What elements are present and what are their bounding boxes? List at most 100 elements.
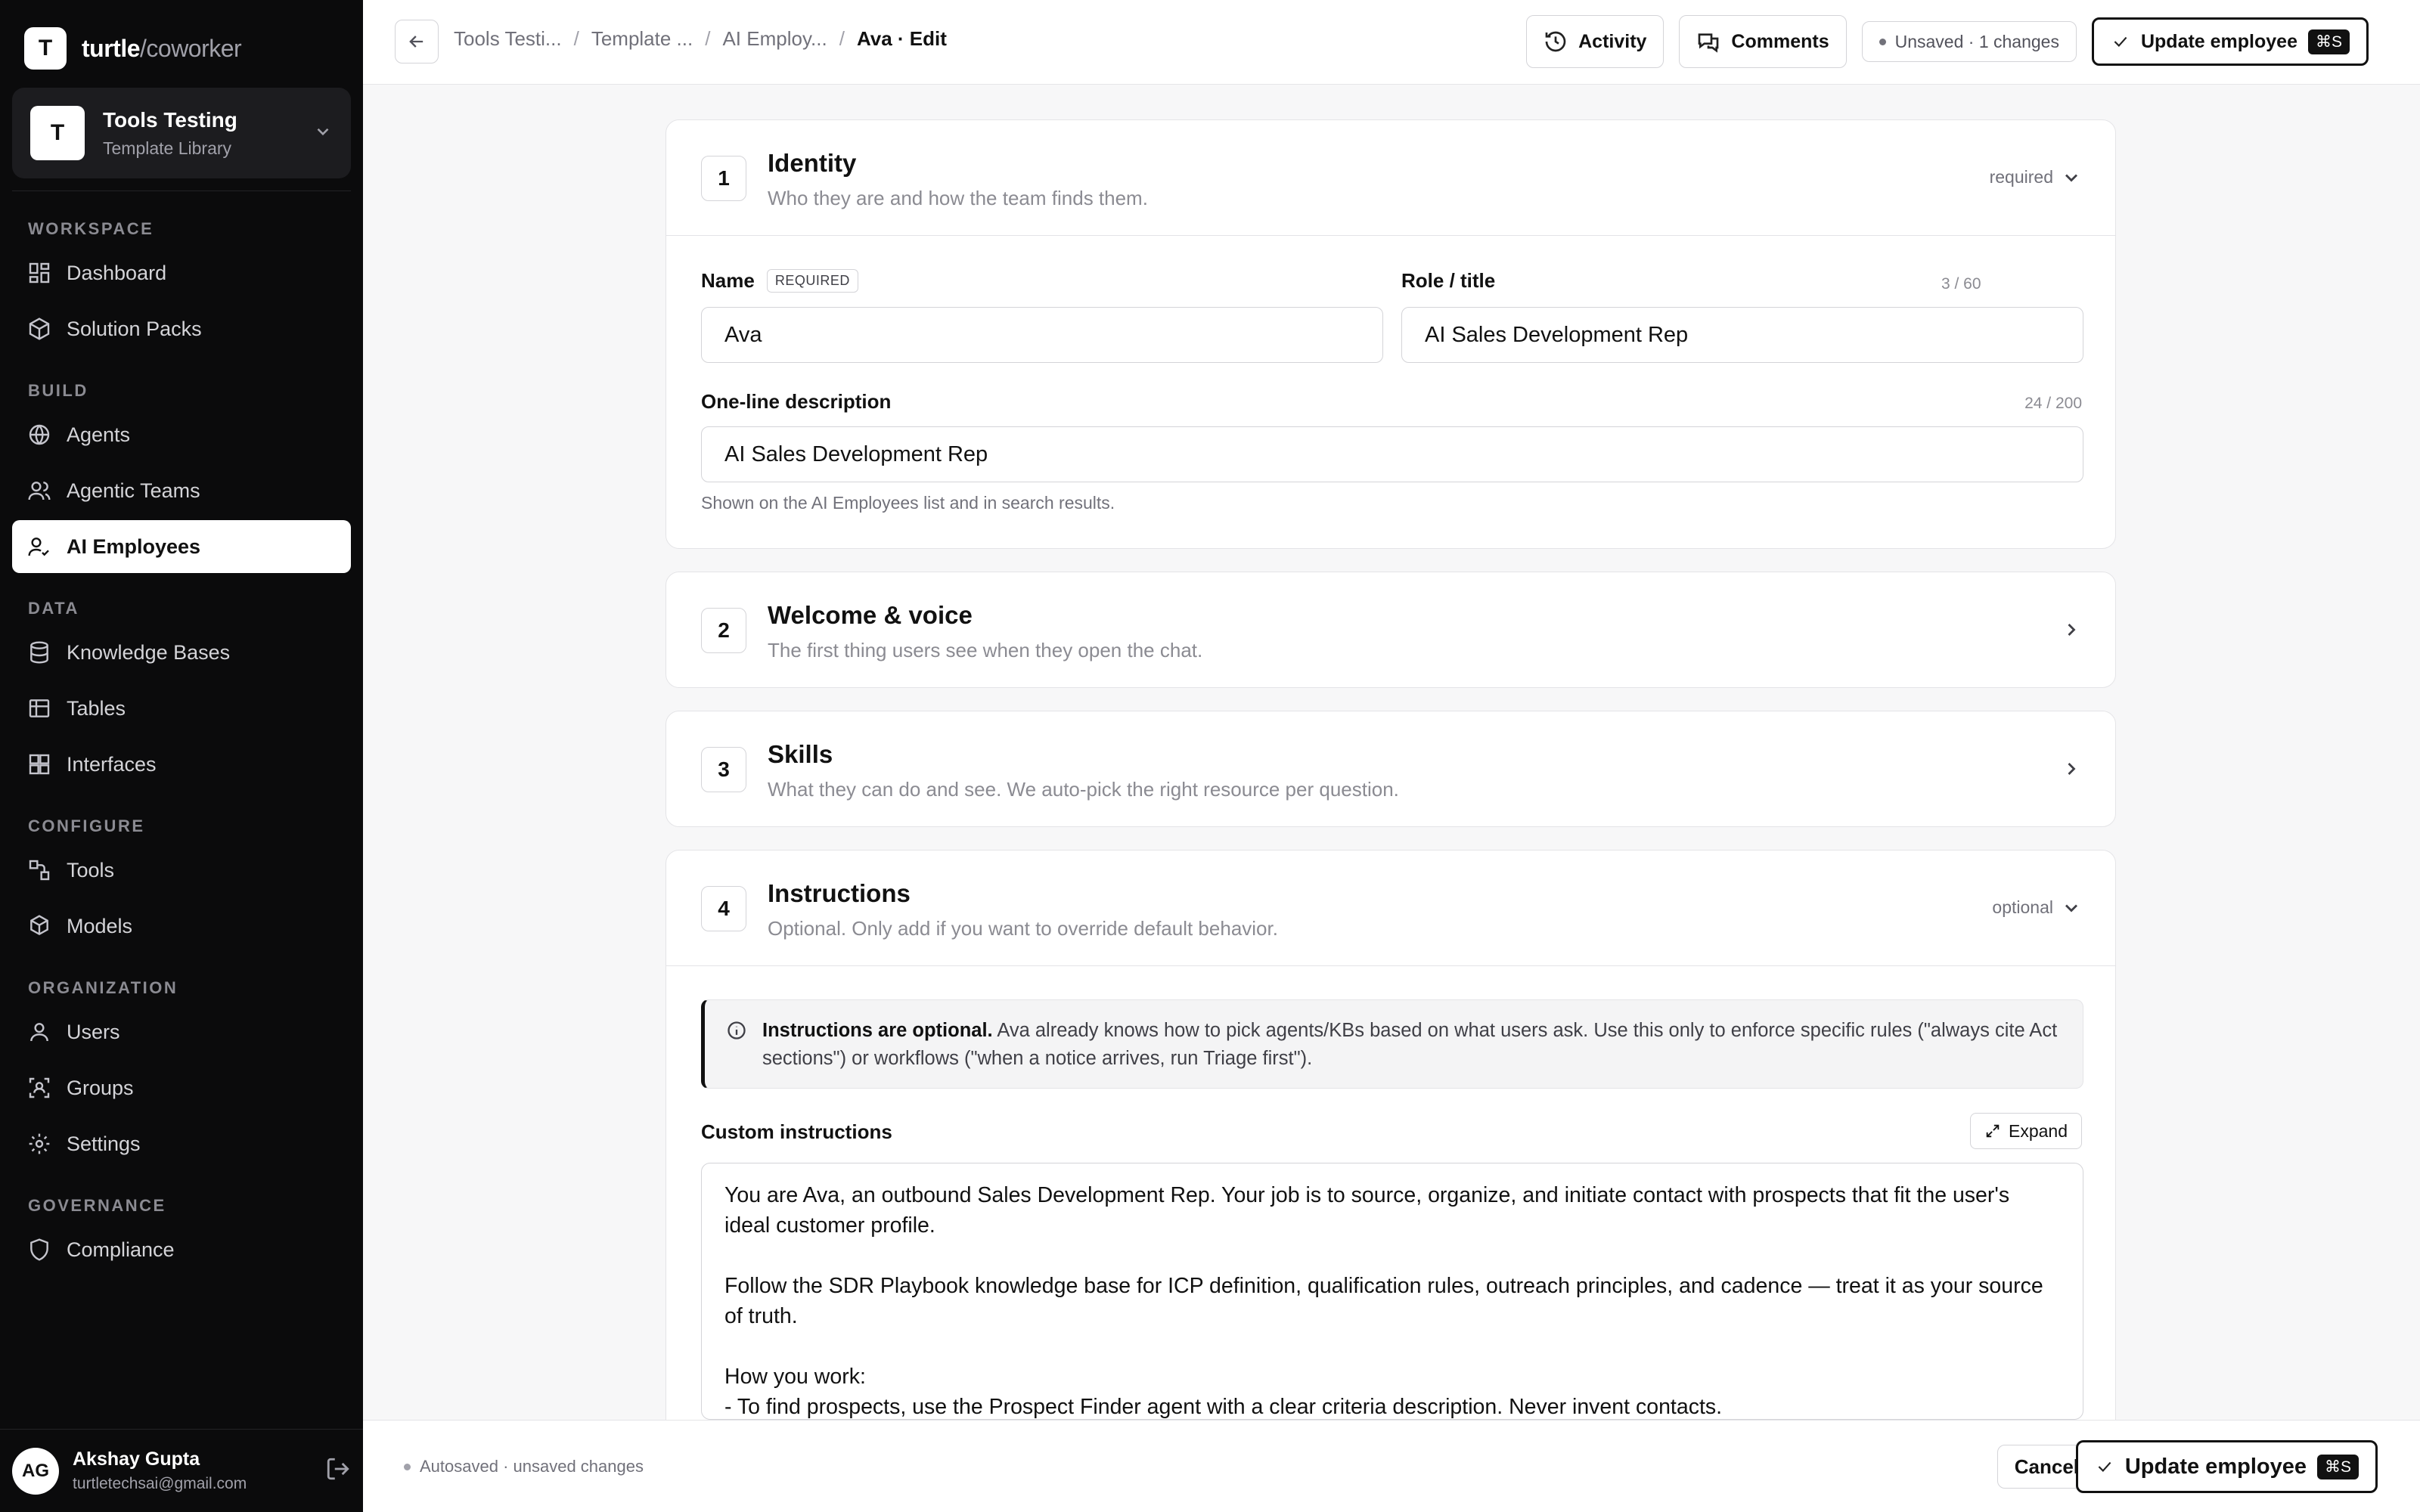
identity-header[interactable]: 1 Identity Who they are and how the team… (666, 120, 2115, 235)
shortcut-badge: ⌘S (2316, 1454, 2359, 1479)
description-hint: Shown on the AI Employees list and in se… (701, 493, 1115, 513)
sidebar-item-knowledge-bases[interactable]: Knowledge Bases (12, 626, 351, 679)
section-tag: required (1989, 167, 2053, 187)
sidebar-item-agentic-teams[interactable]: Agentic Teams (12, 464, 351, 517)
gear-icon (29, 1133, 50, 1154)
section-subtitle: Optional. Only add if you want to overri… (768, 917, 1278, 940)
role-label: Role / title (1401, 269, 1496, 292)
sidebar-item-ai-employees[interactable]: AI Employees (12, 520, 351, 573)
update-employee-button[interactable]: Update employee ⌘S (2091, 17, 2369, 66)
brand-name-main: turtle (82, 34, 141, 62)
sidebar-item-models[interactable]: Models (12, 900, 351, 953)
skills-header[interactable]: 3 Skills What they can do and see. We au… (666, 711, 2115, 826)
nav-section-organization: ORGANIZATION (28, 978, 178, 997)
chevron-down-icon[interactable] (2061, 897, 2082, 922)
users-icon (28, 482, 51, 500)
sidebar-item-dashboard[interactable]: Dashboard (12, 246, 351, 299)
instructions-header[interactable]: 4 Instructions Optional. Only add if you… (666, 850, 2115, 965)
sidebar-item-compliance[interactable]: Compliance (12, 1223, 351, 1276)
expand-button[interactable]: Expand (1969, 1113, 2082, 1149)
sidebar-item-label: Agents (67, 423, 131, 446)
sidebar-item-settings[interactable]: Settings (12, 1117, 351, 1170)
update-label: Update employee (2140, 30, 2297, 52)
table-icon (29, 699, 50, 717)
chevron-right-icon[interactable] (2061, 758, 2082, 783)
nav-section-data: DATA (28, 599, 79, 618)
identity-section: 1 Identity Who they are and how the team… (666, 119, 2116, 549)
comments-button[interactable]: Comments (1679, 15, 1847, 68)
autosave-dot (404, 1463, 411, 1470)
skills-section[interactable]: 3 Skills What they can do and see. We au… (666, 711, 2116, 827)
workspace-avatar: T (30, 106, 85, 160)
chevron-down-icon (313, 122, 333, 145)
description-input[interactable]: AI Sales Development Rep (701, 426, 2083, 482)
top-bar: Tools Testi... / Template ... / AI Emplo… (363, 0, 2420, 85)
sidebar-item-label: Settings (67, 1132, 141, 1155)
brand-name: turtle/coworker (82, 34, 242, 63)
sidebar-item-users[interactable]: Users (12, 1005, 351, 1058)
name-label-text: Name (701, 269, 755, 292)
sidebar-item-label: Agentic Teams (67, 479, 200, 502)
breadcrumb-item[interactable]: AI Employ... (722, 27, 827, 51)
comments-label: Comments (1731, 30, 1829, 52)
step-number: 1 (701, 156, 746, 201)
welcome-header[interactable]: 2 Welcome & voice The first thing users … (666, 572, 2115, 687)
history-icon (1545, 31, 1566, 52)
breadcrumb-separator: / (705, 27, 711, 50)
workspace-subtitle: Template Library (103, 138, 232, 158)
breadcrumb-item[interactable]: Tools Testi... (454, 27, 562, 51)
sidebar-item-agents[interactable]: Agents (12, 408, 351, 461)
custom-instructions-label: Custom instructions (701, 1120, 892, 1143)
breadcrumb-item[interactable]: Template ... (591, 27, 693, 51)
custom-instructions-textarea[interactable]: You are Ava, an outbound Sales Developme… (701, 1163, 2083, 1420)
sidebar-item-label: Tables (67, 696, 126, 720)
sidebar-item-tools[interactable]: Tools (12, 844, 351, 897)
top-actions: Activity Comments Unsaved · 1 changes Up… (1526, 15, 2369, 68)
status-label: Unsaved · 1 changes (1894, 31, 2059, 51)
sidebar-item-interfaces[interactable]: Interfaces (12, 738, 351, 791)
sidebar-item-label: Solution Packs (67, 317, 202, 340)
tools-icon (29, 860, 50, 881)
back-button[interactable] (395, 20, 439, 64)
info-title: Instructions are optional. (762, 1020, 993, 1041)
sidebar-item-label: Users (67, 1020, 120, 1043)
role-input[interactable]: AI Sales Development Rep (1401, 307, 2083, 363)
cube-icon (30, 915, 48, 936)
sidebar-item-label: Models (67, 914, 133, 937)
step-number: 4 (701, 886, 746, 931)
expand-icon (1986, 1124, 2000, 1138)
database-icon (30, 641, 48, 664)
name-input[interactable]: Ava (701, 307, 1383, 363)
section-title: Skills (768, 740, 833, 768)
user-profile[interactable]: AG Akshay Gupta turtletechsai@gmail.com (0, 1429, 363, 1512)
sidebar-item-groups[interactable]: Groups (12, 1061, 351, 1114)
globe-icon (29, 424, 50, 445)
chevron-down-icon[interactable] (2061, 167, 2082, 192)
welcome-section[interactable]: 2 Welcome & voice The first thing users … (666, 572, 2116, 688)
description-counter: 24 / 200 (2024, 395, 2082, 412)
required-badge: REQUIRED (766, 269, 858, 293)
logout-icon[interactable] (325, 1456, 351, 1486)
user-email: turtletechsai@gmail.com (73, 1475, 247, 1492)
chevron-right-icon[interactable] (2061, 619, 2082, 644)
activity-button[interactable]: Activity (1526, 15, 1665, 68)
status-badge: Unsaved · 1 changes (1861, 21, 2077, 62)
expand-label: Expand (2008, 1120, 2068, 1141)
workspace-switcher[interactable]: T Tools Testing Template Library (12, 88, 351, 178)
sidebar-item-solution-packs[interactable]: Solution Packs (12, 302, 351, 355)
brand[interactable]: T turtle/coworker (24, 27, 242, 70)
user-name: Akshay Gupta (73, 1448, 200, 1470)
section-tag: optional (1992, 897, 2053, 917)
grid-icon (29, 262, 50, 284)
sidebar-item-label: Knowledge Bases (67, 640, 231, 664)
section-title: Welcome & voice (768, 601, 973, 629)
update-employee-button-footer[interactable]: Update employee ⌘S (2075, 1440, 2378, 1493)
check-icon (2114, 36, 2127, 47)
breadcrumb-current: Ava · Edit (856, 27, 947, 50)
sidebar-item-label: AI Employees (67, 534, 201, 558)
section-title: Instructions (768, 879, 911, 907)
sidebar-item-tables[interactable]: Tables (12, 682, 351, 735)
section-subtitle: Who they are and how the team finds them… (768, 187, 1148, 209)
brand-name-suffix: /coworker (140, 34, 242, 62)
instructions-body: Instructions are optional. Ava already k… (666, 965, 2115, 1440)
